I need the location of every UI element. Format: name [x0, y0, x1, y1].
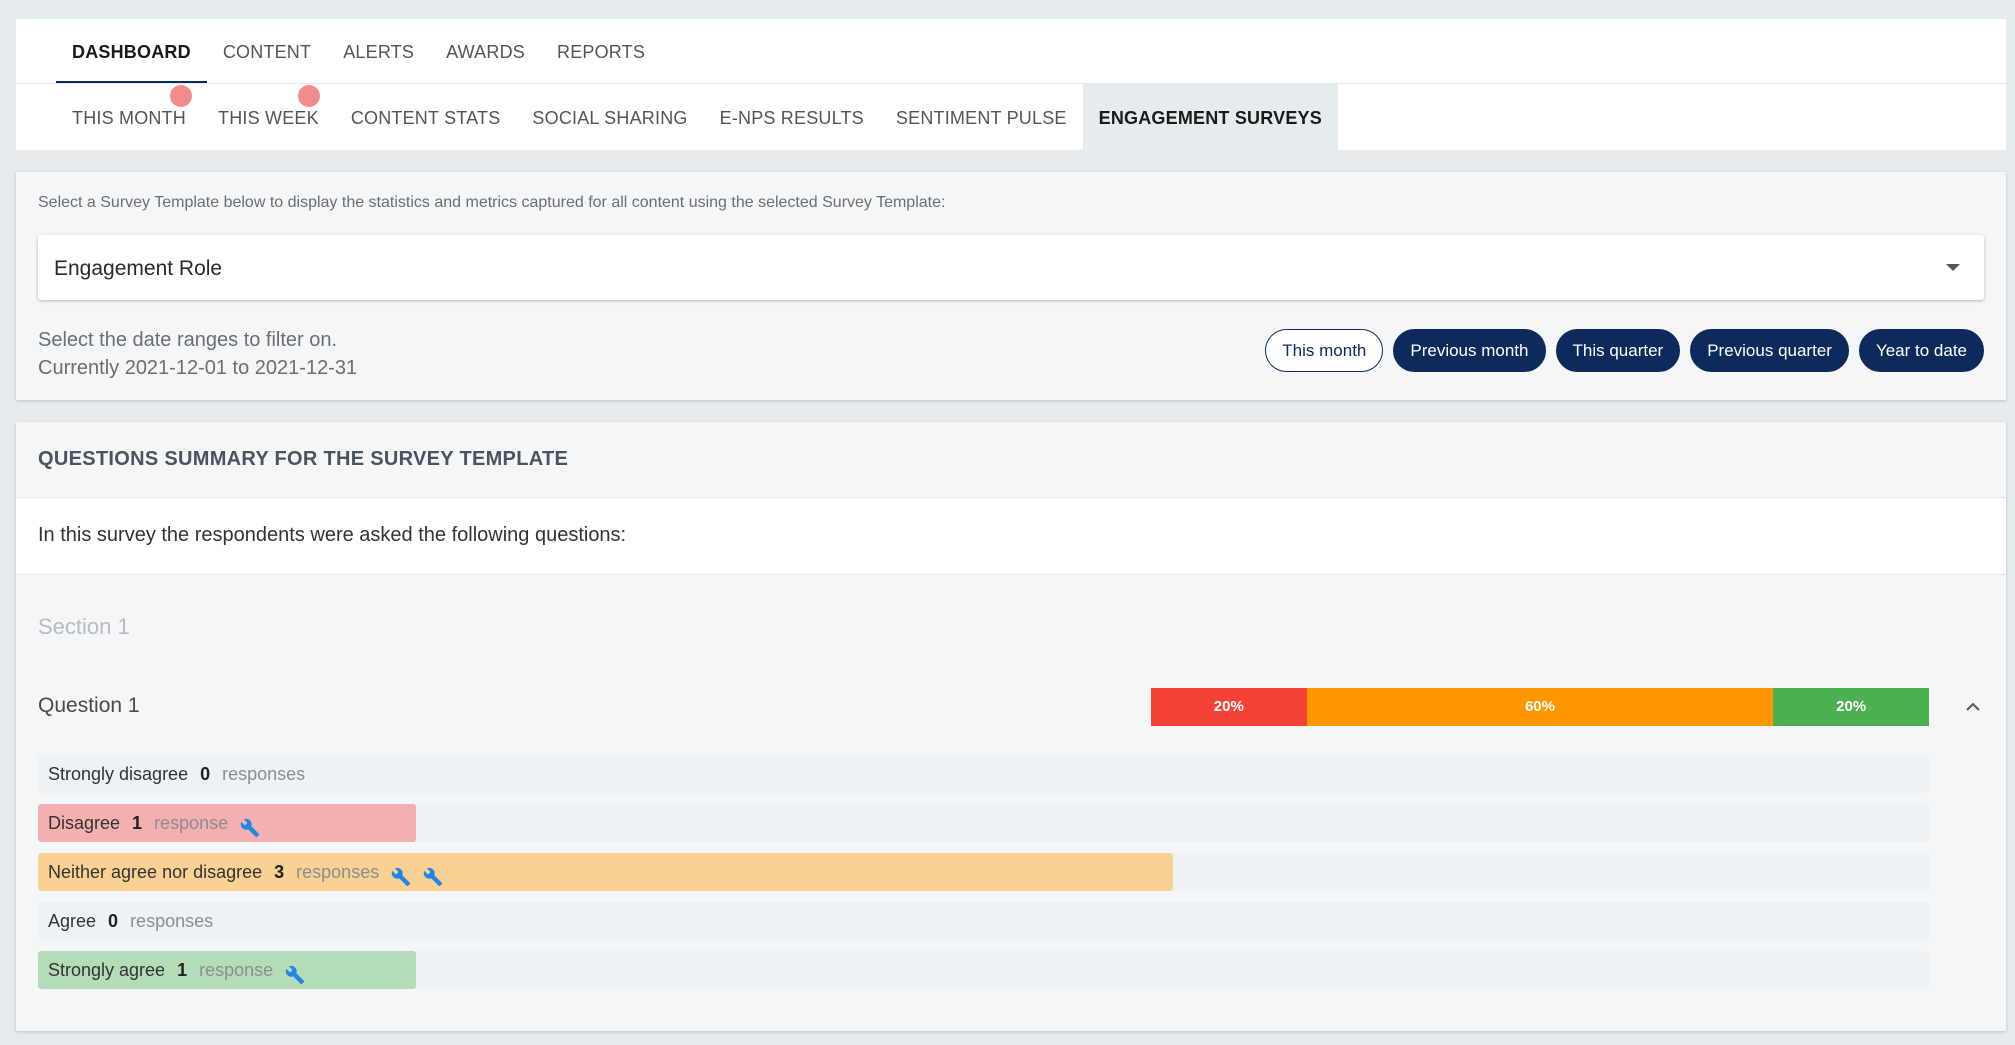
answer-label: Strongly agree [48, 960, 166, 980]
sub-tabs: THIS MONTH THIS WEEK CONTENT STATS SOCIA… [56, 84, 1338, 150]
answer-row: Strongly agree 1 response [38, 951, 1929, 989]
questions-area: Section 1 Question 1 20% 60% 20% Strongly … [16, 575, 2006, 1031]
answer-content: Disagree 1 response [48, 804, 260, 842]
answer-count: 1 [177, 960, 188, 980]
answer-label: Neither agree nor disagree [48, 862, 263, 882]
survey-template-select[interactable]: Engagement Role [38, 235, 1984, 300]
subtab-social-sharing[interactable]: SOCIAL SHARING [516, 84, 703, 150]
subtab-enps-results[interactable]: E-NPS RESULTS [704, 84, 880, 150]
answer-content: Agree 0 responses [48, 902, 213, 940]
chevron-down-icon [1946, 264, 1960, 271]
chevron-up-icon[interactable] [1961, 695, 1985, 719]
notification-dot [170, 85, 192, 107]
distribution-segment: 20% [1151, 688, 1307, 726]
subtab-this-month[interactable]: THIS MONTH [56, 84, 202, 150]
section-title: Section 1 [38, 614, 130, 639]
main-tabs: DASHBOARD CONTENT ALERTS AWARDS REPORTS [56, 19, 661, 84]
subtab-this-week[interactable]: THIS WEEK [202, 84, 335, 150]
top-navigation: DASHBOARD CONTENT ALERTS AWARDS REPORTS … [16, 19, 2006, 150]
answer-label: Disagree [48, 813, 121, 833]
tab-dashboard[interactable]: DASHBOARD [56, 19, 207, 84]
previous-quarter-button[interactable]: Previous quarter [1690, 329, 1849, 372]
summary-intro-row: In this survey the respondents were aske… [16, 498, 2006, 575]
answer-list: Strongly disagree 0 responses Disagree 1 resp… [38, 755, 1929, 1000]
date-range-info: Select the date ranges to filter on. Cur… [38, 326, 357, 382]
tab-awards[interactable]: AWARDS [430, 19, 541, 83]
answer-count: 0 [200, 764, 211, 784]
answer-content: Neither agree nor disagree 3 responses [48, 853, 443, 891]
answer-unit: response [154, 813, 229, 833]
answer-count: 3 [274, 862, 285, 882]
answer-row: Neither agree nor disagree 3 responses [38, 853, 1929, 891]
distribution-segment: 20% [1773, 688, 1929, 726]
date-range-current: Currently 2021-12-01 to 2021-12-31 [38, 357, 358, 379]
response-distribution-bar: 20% 60% 20% [1151, 688, 1929, 726]
questions-summary-panel: QUESTIONS SUMMARY FOR THE SURVEY TEMPLAT… [16, 422, 2006, 1031]
answer-row: Disagree 1 response [38, 804, 1929, 842]
answer-unit: response [199, 960, 274, 980]
answer-unit: responses [296, 862, 380, 882]
distribution-segment: 60% [1306, 688, 1774, 726]
survey-filter-panel: Select a Survey Template below to displa… [16, 172, 2006, 400]
year-to-date-button[interactable]: Year to date [1858, 329, 1984, 372]
answer-unit: responses [222, 764, 306, 784]
subtab-engagement-surveys[interactable]: ENGAGEMENT SURVEYS [1082, 84, 1338, 150]
subtab-this-month-label: THIS MONTH [72, 108, 186, 128]
tab-alerts[interactable]: ALERTS [327, 19, 430, 83]
wrench-icon[interactable] [391, 862, 411, 887]
answer-count: 1 [132, 813, 143, 833]
date-range-label: Select the date ranges to filter on. [38, 329, 338, 351]
selected-template: Engagement Role [54, 257, 223, 280]
answer-count: 0 [108, 911, 119, 931]
notification-dot [298, 85, 320, 107]
summary-header: QUESTIONS SUMMARY FOR THE SURVEY TEMPLAT… [16, 422, 2006, 498]
subtab-this-week-label: THIS WEEK [218, 108, 319, 128]
previous-month-button[interactable]: Previous month [1393, 329, 1546, 372]
tab-reports[interactable]: REPORTS [541, 19, 661, 83]
subtab-content-stats[interactable]: CONTENT STATS [335, 84, 517, 150]
summary-title: QUESTIONS SUMMARY FOR THE SURVEY TEMPLAT… [38, 448, 569, 470]
answer-row: Strongly disagree 0 responses [38, 755, 1929, 793]
wrench-icon[interactable] [285, 960, 305, 985]
answer-row: Agree 0 responses [38, 902, 1929, 940]
subtab-sentiment-pulse[interactable]: SENTIMENT PULSE [880, 84, 1083, 150]
this-quarter-button[interactable]: This quarter [1555, 329, 1681, 372]
wrench-icon[interactable] [240, 813, 260, 838]
template-prompt: Select a Survey Template below to displa… [38, 194, 946, 211]
summary-intro: In this survey the respondents were aske… [38, 524, 627, 546]
question-title: Question 1 [38, 694, 140, 717]
answer-content: Strongly disagree 0 responses [48, 755, 305, 793]
answer-unit: responses [130, 911, 214, 931]
this-month-button[interactable]: This month [1265, 329, 1384, 372]
date-range-buttons: This month Previous month This quarter P… [1265, 329, 1984, 372]
tab-content[interactable]: CONTENT [207, 19, 327, 83]
wrench-icon[interactable] [423, 862, 443, 887]
answer-label: Strongly disagree [48, 764, 189, 784]
answer-content: Strongly agree 1 response [48, 951, 305, 989]
answer-label: Agree [48, 911, 97, 931]
